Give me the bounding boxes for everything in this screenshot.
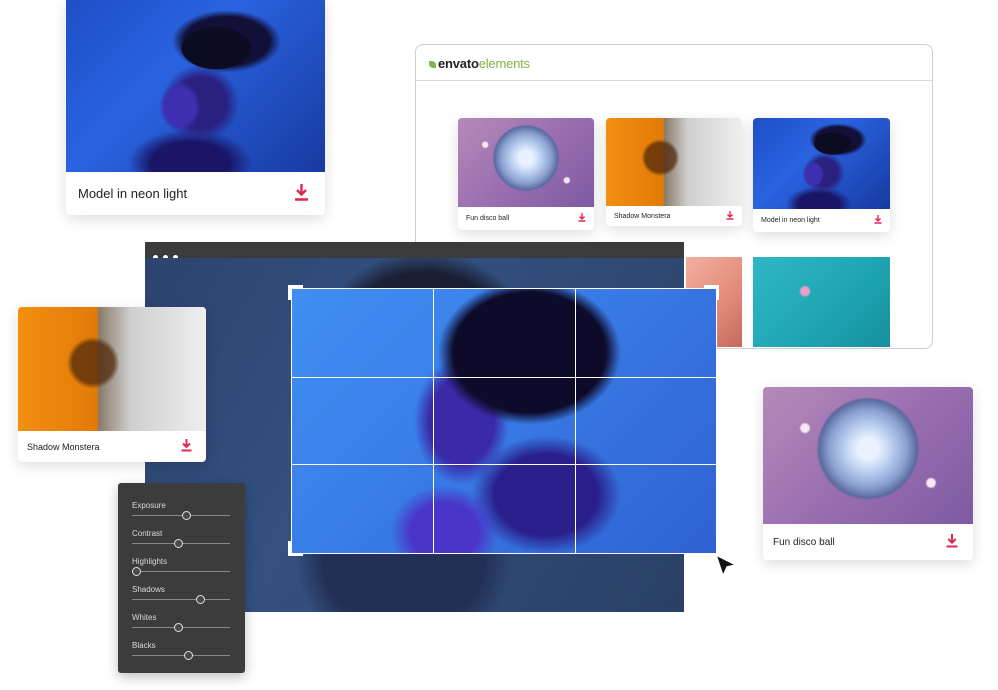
- leaf-icon: [429, 61, 436, 68]
- crop-area[interactable]: [291, 288, 717, 554]
- slider-exposure[interactable]: Exposure: [132, 495, 230, 523]
- slider-label: Whites: [132, 613, 157, 622]
- card-label: Shadow Monstera: [27, 441, 100, 452]
- slider-label: Blacks: [132, 641, 156, 650]
- slider-blacks[interactable]: Blacks: [132, 635, 230, 663]
- card-image-disco: [763, 387, 973, 524]
- thumbnail-model: [753, 118, 890, 209]
- item-label: Model in neon light: [761, 217, 820, 224]
- crop-gridline: [433, 289, 434, 553]
- download-icon[interactable]: [578, 213, 586, 224]
- download-icon[interactable]: [726, 210, 734, 222]
- editor-titlebar: [145, 242, 684, 260]
- grid-item-model[interactable]: Model in neon light: [753, 118, 890, 232]
- thumbnail-pool[interactable]: [753, 257, 890, 347]
- card-shadow-monstera[interactable]: Shadow Monstera: [18, 307, 206, 462]
- download-icon[interactable]: [874, 215, 882, 226]
- slider-label: Shadows: [132, 585, 165, 594]
- download-icon[interactable]: [294, 183, 309, 204]
- crop-handle-bottom-left[interactable]: [288, 541, 303, 556]
- envato-header: envatoelements: [416, 45, 932, 81]
- download-icon[interactable]: [181, 439, 192, 454]
- adjustments-panel: Exposure Contrast Highlights Shadows Whi…: [118, 483, 245, 673]
- item-label: Fun disco ball: [466, 215, 510, 222]
- card-label: Fun disco ball: [773, 536, 835, 548]
- logo-suffix: elements: [478, 56, 530, 71]
- crop-gridline: [575, 289, 576, 553]
- slider-label: Highlights: [132, 557, 168, 566]
- crop-handle-top-left[interactable]: [288, 285, 303, 300]
- grid-item-monstera[interactable]: Shadow Monstera: [606, 118, 742, 226]
- card-disco-ball[interactable]: Fun disco ball: [763, 387, 973, 560]
- card-image-monstera: [18, 307, 206, 431]
- crop-gridline: [292, 377, 716, 378]
- card-image-model: [66, 0, 325, 172]
- slider-knob[interactable]: [196, 595, 205, 604]
- slider-label: Exposure: [132, 501, 166, 510]
- slider-knob[interactable]: [182, 511, 191, 520]
- card-model-neon[interactable]: Model in neon light: [66, 0, 325, 215]
- slider-knob[interactable]: [184, 651, 193, 660]
- slider-highlights[interactable]: Highlights: [132, 551, 230, 579]
- slider-knob[interactable]: [174, 539, 183, 548]
- thumbnail-monstera: [606, 118, 742, 206]
- slider-knob[interactable]: [174, 623, 183, 632]
- logo-prefix: envato: [438, 56, 479, 71]
- slider-label: Contrast: [132, 529, 163, 538]
- download-icon[interactable]: [946, 533, 958, 551]
- slider-knob[interactable]: [132, 567, 141, 576]
- slider-whites[interactable]: Whites: [132, 607, 230, 635]
- crop-gridline: [292, 464, 716, 465]
- slider-contrast[interactable]: Contrast: [132, 523, 230, 551]
- crop-image: [292, 289, 716, 553]
- card-label: Model in neon light: [78, 186, 188, 201]
- item-label: Shadow Monstera: [614, 212, 671, 220]
- slider-shadows[interactable]: Shadows: [132, 579, 230, 607]
- crop-handle-top-right[interactable]: [704, 285, 719, 300]
- grid-item-disco[interactable]: Fun disco ball: [458, 118, 594, 230]
- thumbnail-disco: [458, 118, 594, 207]
- envato-logo[interactable]: envatoelements: [429, 56, 530, 71]
- cursor-arrow-icon: [715, 554, 737, 577]
